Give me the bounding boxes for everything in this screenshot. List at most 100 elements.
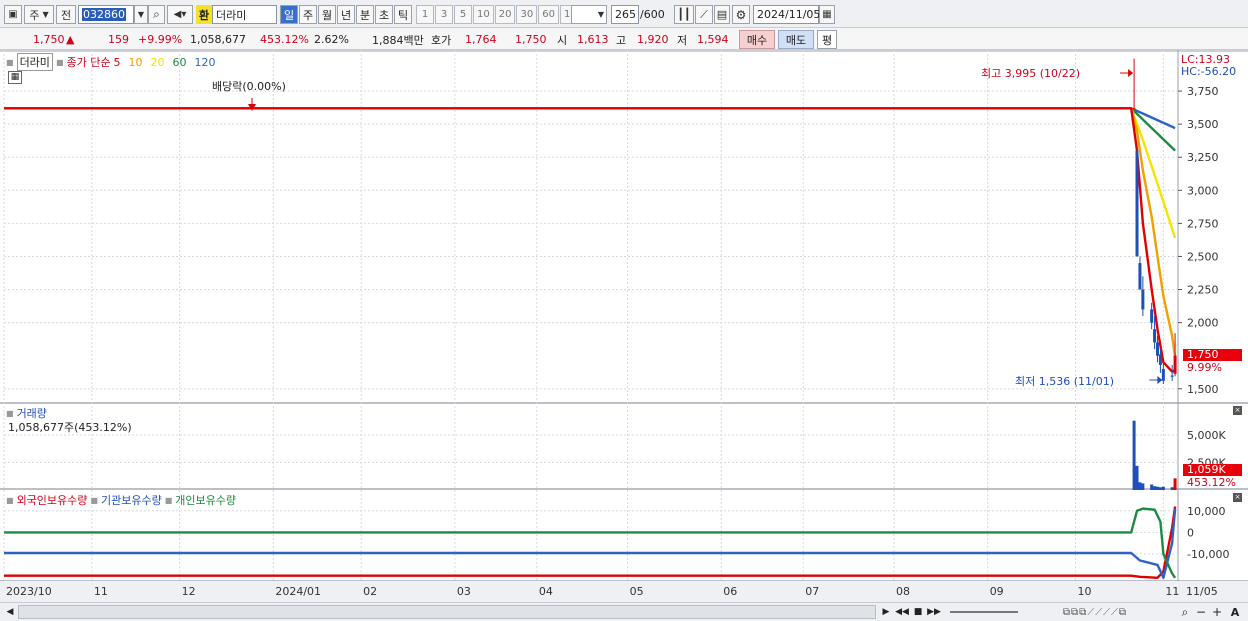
volume-bar (1161, 486, 1165, 490)
low-label: 저 (677, 33, 688, 47)
volume-tag: 1,059K (1183, 464, 1242, 476)
type-select[interactable]: 주 ▼ (24, 5, 54, 24)
y-tick-label: 1,500 (1187, 383, 1219, 396)
interval-buttons: 13510203060120 (416, 5, 588, 24)
interval-button-3[interactable]: 3 (435, 5, 453, 24)
candle-icon[interactable]: ┃┃ (674, 5, 694, 24)
period-tab-2[interactable]: 월 (318, 5, 336, 24)
ma-legend-10: 10 (128, 55, 143, 69)
calendar-icon[interactable]: ▦ (819, 5, 835, 24)
play-icon[interactable]: ▶ (879, 604, 893, 620)
last-percent-tag: 9.99% (1187, 361, 1222, 374)
date-input[interactable]: 2024/11/05 (753, 5, 820, 24)
candle-body (1156, 342, 1160, 356)
stop-icon[interactable]: ■ (911, 604, 925, 620)
x-tick-label: 05 (630, 585, 644, 598)
ma-legend-20: 20 (150, 55, 165, 69)
volume-bar (1173, 478, 1177, 490)
volume-info: 1,058,677주(453.12%) (8, 421, 132, 434)
text-icon[interactable]: A (1228, 604, 1242, 620)
interval-button-10[interactable]: 10 (473, 5, 494, 24)
buy-button[interactable]: 매수 (739, 30, 775, 49)
scroll-track[interactable] (18, 605, 876, 619)
period-tab-4[interactable]: 분 (356, 5, 374, 24)
period-tab-3[interactable]: 년 (337, 5, 355, 24)
interval-button-30[interactable]: 30 (516, 5, 538, 24)
count-total: /600 (640, 8, 665, 21)
candle-body (1170, 375, 1174, 377)
stock-name-field[interactable]: 더라미 (212, 5, 277, 24)
minus-icon[interactable]: − (1194, 604, 1208, 620)
ma-legend-5: 5 (113, 55, 121, 69)
x-tick-label: 2024/01 (275, 585, 321, 598)
flat-button[interactable]: 평 (817, 30, 837, 49)
stock-name-label: 더라미 (16, 53, 53, 71)
prev-button[interactable]: 전 (56, 5, 76, 24)
x-tick-label: 08 (896, 585, 910, 598)
draw-tool-icon[interactable]: ⟋ (695, 5, 713, 24)
legend-individual: 개인보유수량 (175, 494, 236, 507)
speed-slider[interactable] (948, 605, 1020, 619)
chart-scrollbar[interactable]: ◀ ▶ ◀◀ ■ ▶▶ ⧉⧉⧉⟋⟋⟋⟋⧉ ⌕ − + A (0, 602, 1248, 621)
candle-body (1132, 108, 1136, 110)
x-tick-label: 12 (182, 585, 196, 598)
window-icon[interactable]: ▣ (4, 5, 22, 24)
x-tick-label: 2023/10 (6, 585, 52, 598)
candle-body (1173, 355, 1177, 374)
y-tick-label: 3,500 (1187, 118, 1219, 131)
tool-icons[interactable]: ⧉⧉⧉⟋⟋⟋⟋⧉ (1025, 604, 1165, 620)
y-tick-label: 2,500 (1187, 250, 1219, 263)
stock-chart[interactable]: 3,750 3,500 3,250 3,000 2,750 2,500 2,250 2,000… (0, 50, 1248, 602)
search-icon[interactable]: ⌕ (148, 5, 165, 24)
ma-legend-120: 120 (194, 55, 216, 69)
low-price: 1,594 (697, 33, 729, 46)
speaker-icon[interactable]: ◀▾ (167, 5, 193, 24)
period-tab-5[interactable]: 초 (375, 5, 393, 24)
current-price: 1,750 (33, 33, 65, 46)
x-tick-label: 10 (1078, 585, 1092, 598)
up-arrow-icon: ▲ (66, 33, 75, 46)
y-tick-label: 2,750 (1187, 217, 1219, 230)
volume-bar (1138, 482, 1142, 490)
period-tab-1[interactable]: 주 (299, 5, 317, 24)
interval-button-5[interactable]: 5 (454, 5, 472, 24)
period-tab-6[interactable]: 틱 (394, 5, 412, 24)
square-icon: ■ (6, 408, 14, 418)
rewind-icon[interactable]: ◀◀ (895, 604, 909, 620)
zoom-icon[interactable]: ⌕ (1178, 604, 1192, 620)
y-tick-label: 10,000 (1187, 505, 1226, 518)
volume-bar (1141, 483, 1145, 490)
interval-button-20[interactable]: 20 (494, 5, 516, 24)
forward-icon[interactable]: ▶▶ (927, 604, 941, 620)
high-price: 1,920 (637, 33, 669, 46)
high-annotation: 최고 3,995 (10/22) (981, 67, 1081, 80)
fav-button[interactable]: 환 (196, 5, 212, 24)
plus-icon[interactable]: + (1210, 604, 1224, 620)
holdings-legend: ■ 외국인보유수량 ■ 기관보유수량 ■ 개인보유수량 (6, 492, 236, 508)
period-tab-0[interactable]: 일 (280, 5, 298, 24)
price-bar: 1,750 ▲ 159 +9.99% 1,058,677 453.12% 2.6… (0, 28, 1248, 50)
ma-legend-60: 60 (172, 55, 187, 69)
gear-icon[interactable]: ⚙ (732, 5, 750, 24)
volume-pct-tag: 453.12% (1187, 476, 1236, 489)
save-icon[interactable]: ▤ (714, 5, 730, 24)
code-input[interactable]: 032860 (78, 5, 134, 24)
ask-price: 1,764 (465, 33, 497, 46)
scroll-left-icon[interactable]: ◀ (4, 605, 16, 619)
ma-title: 종가 단순 (66, 56, 111, 69)
interval-select[interactable]: ▼ (571, 5, 607, 24)
candle-body (1150, 309, 1154, 323)
code-dropdown-icon[interactable]: ▼ (134, 5, 148, 24)
close-icon[interactable]: × (1233, 406, 1242, 415)
close-icon[interactable]: × (1233, 493, 1242, 502)
volume-bar (1156, 486, 1160, 490)
sell-button[interactable]: 매도 (778, 30, 814, 49)
interval-button-60[interactable]: 60 (538, 5, 559, 24)
count-input[interactable]: 265 (611, 5, 639, 24)
volume-bar (1132, 420, 1136, 490)
x-tick-label: 04 (539, 585, 553, 598)
interval-button-1[interactable]: 1 (416, 5, 434, 24)
y-tick-label: 2,250 (1187, 284, 1219, 297)
period-tabs: 일주월년분초틱 (280, 5, 413, 24)
table-icon[interactable]: ▦ (8, 71, 22, 84)
